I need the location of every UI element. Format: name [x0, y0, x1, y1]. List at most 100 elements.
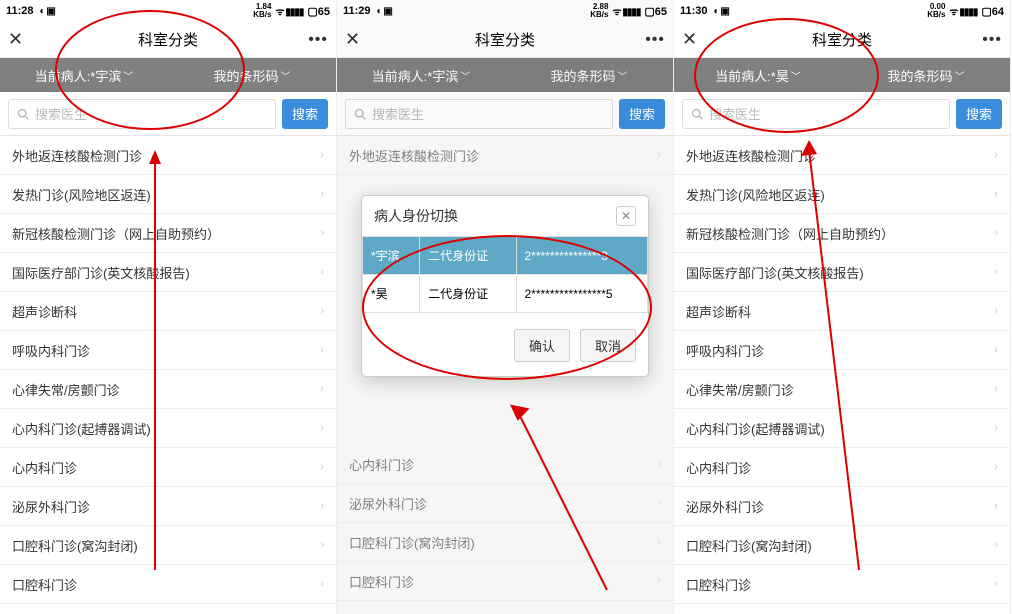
status-kbs: 1.84KB/s	[253, 3, 271, 19]
chevron-right-icon: ›	[994, 344, 998, 356]
chevron-right-icon: ›	[994, 539, 998, 551]
tab-my-barcode[interactable]: 我的条形码﹀	[842, 66, 1010, 85]
modal-overlay: 病人身份切换 ✕ *宇滨 二代身份证 2***************3 *昊 …	[337, 0, 673, 614]
dialog-close-button[interactable]: ✕	[616, 206, 636, 226]
list-item[interactable]: 国际医疗部门诊(英文核酸报告)›	[674, 253, 1010, 292]
dialog-title: 病人身份切换	[374, 206, 458, 226]
list-item[interactable]: 超声诊断科›	[0, 292, 336, 331]
signal-icon: ᯤ ▮▮▮▮	[949, 4, 977, 18]
top-tabs: 当前病人:*宇滨﹀ 我的条形码﹀	[0, 58, 336, 92]
chevron-right-icon: ›	[320, 227, 324, 239]
list-item[interactable]: 外地返连核酸检测门诊›	[674, 136, 1010, 175]
list-item[interactable]: 口腔科门诊›	[0, 565, 336, 604]
department-list[interactable]: 外地返连核酸检测门诊› 发热门诊(风险地区返连)› 新冠核酸检测门诊（网上自助预…	[674, 136, 1010, 614]
chevron-right-icon: ›	[994, 305, 998, 317]
search-icon	[691, 108, 703, 120]
list-item[interactable]: 新冠核酸检测门诊（网上自助预约）›	[674, 214, 1010, 253]
list-item[interactable]: 超声诊断科›	[674, 292, 1010, 331]
search-input[interactable]: 搜索医生	[682, 99, 950, 129]
list-item[interactable]: 泌尿外科门诊›	[674, 487, 1010, 526]
search-button[interactable]: 搜索	[282, 99, 328, 129]
list-item[interactable]: 呼吸内科门诊›	[674, 331, 1010, 370]
battery-icon: ▢65	[307, 5, 330, 18]
chevron-right-icon: ›	[320, 344, 324, 356]
list-item[interactable]: 发热门诊(风险地区返连)›	[0, 175, 336, 214]
chevron-right-icon: ›	[994, 227, 998, 239]
screen-1: 11:28 ◐ ▣ 1.84KB/s ᯤ ▮▮▮▮ ▢65 ✕ 科室分类 •••…	[0, 0, 337, 614]
chevron-right-icon: ›	[320, 500, 324, 512]
list-item[interactable]: 口腔科门诊›	[674, 565, 1010, 604]
list-item[interactable]: 心律失常/房颤门诊›	[0, 370, 336, 409]
cancel-button[interactable]: 取消	[580, 329, 636, 362]
patient-table: *宇滨 二代身份证 2***************3 *昊 二代身份证 2**…	[362, 236, 648, 313]
title-bar: ✕ 科室分类 •••	[674, 22, 1010, 58]
status-app-icons: ◐ ▣	[714, 6, 729, 17]
chevron-down-icon: ﹀	[123, 68, 133, 83]
signal-icon: ᯤ ▮▮▮▮	[275, 4, 303, 18]
dialog-footer: 确认 取消	[362, 319, 648, 376]
status-bar: 11:30 ◐ ▣ 0.00KB/s ᯤ ▮▮▮▮ ▢64	[674, 0, 1010, 22]
list-item[interactable]: 呼吸内科门诊›	[0, 331, 336, 370]
list-item[interactable]: 心内科门诊›	[0, 448, 336, 487]
list-item[interactable]: 心内科门诊›	[674, 448, 1010, 487]
chevron-right-icon: ›	[994, 422, 998, 434]
screen-2: 11:29 ◐ ▣ 2.88KB/s ᯤ ▮▮▮▮ ▢65 ✕ 科室分类 •••…	[337, 0, 674, 614]
list-item[interactable]: 心内科门诊(起搏器调试)›	[0, 409, 336, 448]
search-icon	[17, 108, 29, 120]
page-title: 科室分类	[812, 29, 872, 50]
chevron-right-icon: ›	[994, 383, 998, 395]
list-item[interactable]: 口腔科门诊(窝沟封闭)›	[0, 526, 336, 565]
list-item[interactable]: 口腔科门诊(窝沟封闭)›	[674, 526, 1010, 565]
chevron-right-icon: ›	[320, 305, 324, 317]
status-app-icons: ◐ ▣	[40, 6, 55, 17]
screen-3: 11:30 ◐ ▣ 0.00KB/s ᯤ ▮▮▮▮ ▢64 ✕ 科室分类 •••…	[674, 0, 1011, 614]
confirm-button[interactable]: 确认	[514, 329, 570, 362]
tab-current-patient[interactable]: 当前病人:*昊﹀	[674, 66, 842, 85]
list-item[interactable]: 外地返连核酸检测门诊›	[0, 136, 336, 175]
list-item[interactable]: 发热门诊(风险地区返连)›	[674, 175, 1010, 214]
list-item[interactable]: 国际医疗部门诊(英文核酸报告)›	[0, 253, 336, 292]
patient-switch-dialog: 病人身份切换 ✕ *宇滨 二代身份证 2***************3 *昊 …	[361, 195, 649, 377]
chevron-right-icon: ›	[320, 422, 324, 434]
chevron-right-icon: ›	[320, 578, 324, 590]
status-time: 11:28	[6, 5, 34, 17]
more-icon[interactable]: •••	[308, 31, 328, 49]
chevron-down-icon: ﹀	[281, 68, 291, 83]
chevron-down-icon: ﹀	[791, 68, 801, 83]
top-tabs: 当前病人:*昊﹀ 我的条形码﹀	[674, 58, 1010, 92]
chevron-right-icon: ›	[320, 149, 324, 161]
more-icon[interactable]: •••	[982, 31, 1002, 49]
chevron-right-icon: ›	[994, 461, 998, 473]
list-item[interactable]: 泌尿外科门诊›	[0, 487, 336, 526]
title-bar: ✕ 科室分类 •••	[0, 22, 336, 58]
tab-my-barcode[interactable]: 我的条形码﹀	[168, 66, 336, 85]
chevron-right-icon: ›	[320, 539, 324, 551]
list-item[interactable]: 心内科门诊(起搏器调试)›	[674, 409, 1010, 448]
patient-row-selected[interactable]: *宇滨 二代身份证 2***************3	[363, 237, 648, 275]
close-icon[interactable]: ✕	[8, 29, 23, 50]
status-kbs: 0.00KB/s	[927, 3, 945, 19]
chevron-right-icon: ›	[320, 188, 324, 200]
chevron-right-icon: ›	[994, 266, 998, 278]
list-item[interactable]: 新冠核酸检测门诊（网上自助预约）›	[0, 214, 336, 253]
dialog-header: 病人身份切换 ✕	[362, 196, 648, 236]
department-list[interactable]: 外地返连核酸检测门诊› 发热门诊(风险地区返连)› 新冠核酸检测门诊（网上自助预…	[0, 136, 336, 614]
dialog-body: *宇滨 二代身份证 2***************3 *昊 二代身份证 2**…	[362, 236, 648, 319]
search-row: 搜索医生 搜索	[674, 92, 1010, 136]
chevron-right-icon: ›	[320, 266, 324, 278]
chevron-right-icon: ›	[994, 188, 998, 200]
status-time: 11:30	[680, 5, 708, 17]
list-item[interactable]: 心律失常/房颤门诊›	[674, 370, 1010, 409]
search-button[interactable]: 搜索	[956, 99, 1002, 129]
page-title: 科室分类	[138, 29, 198, 50]
chevron-right-icon: ›	[994, 578, 998, 590]
search-placeholder: 搜索医生	[35, 104, 87, 123]
chevron-down-icon: ﹀	[955, 68, 965, 83]
close-icon[interactable]: ✕	[682, 29, 697, 50]
chevron-right-icon: ›	[994, 149, 998, 161]
tab-current-patient[interactable]: 当前病人:*宇滨﹀	[0, 66, 168, 85]
chevron-right-icon: ›	[320, 383, 324, 395]
search-input[interactable]: 搜索医生	[8, 99, 276, 129]
status-bar: 11:28 ◐ ▣ 1.84KB/s ᯤ ▮▮▮▮ ▢65	[0, 0, 336, 22]
patient-row[interactable]: *昊 二代身份证 2****************5	[363, 275, 648, 313]
